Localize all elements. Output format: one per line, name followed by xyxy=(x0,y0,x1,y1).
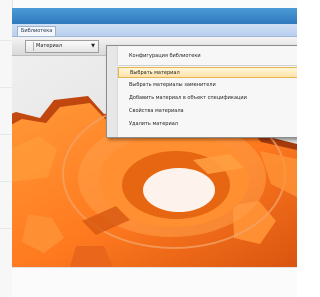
screenshot-frame: Библиотека Материал ▼ Конфигурация библи… xyxy=(0,0,297,297)
page-bottom-area xyxy=(12,267,297,297)
material-dropdown-button[interactable]: Материал ▼ xyxy=(25,40,99,53)
menu-item-library-configuration[interactable]: Конфигурация библиотеки xyxy=(118,51,297,62)
dropdown-arrow-icon[interactable]: ▼ xyxy=(91,41,95,52)
material-context-menu: Конфигурация библиотеки Выбрать материал… xyxy=(106,45,297,138)
menu-item-material-properties[interactable]: Свойства материала xyxy=(118,106,297,117)
button-separator xyxy=(33,42,34,51)
menu-icon-gutter xyxy=(107,46,118,137)
library-tabstrip: Библиотека xyxy=(12,24,297,37)
cad-window: Библиотека Материал ▼ Конфигурация библи… xyxy=(12,8,297,267)
menu-item-select-substitute-materials[interactable]: Выбрать материалы заменители xyxy=(118,80,297,91)
menu-item-select-material[interactable]: Выбрать материал xyxy=(118,67,297,78)
menu-divider xyxy=(119,65,297,66)
window-titlebar xyxy=(12,8,297,24)
material-button-label: Материал xyxy=(36,43,63,49)
menu-item-add-material-to-specification[interactable]: Добавить материал в объект спецификации xyxy=(118,93,297,104)
library-tab[interactable]: Библиотека xyxy=(17,26,57,36)
menu-item-delete-material[interactable]: Удалить материал xyxy=(118,119,297,130)
